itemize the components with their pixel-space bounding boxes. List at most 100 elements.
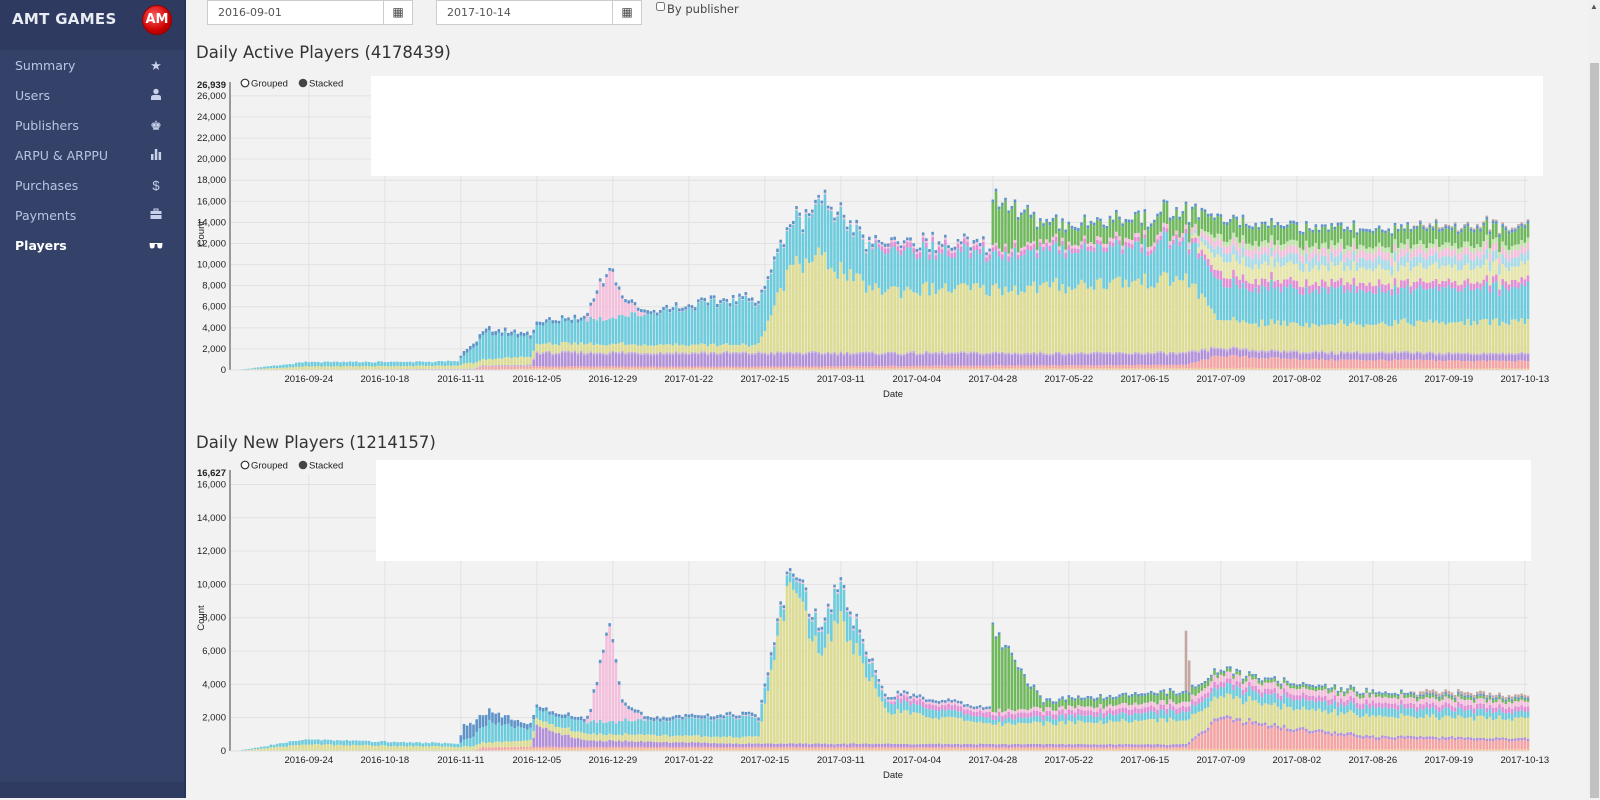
bar-segment-s7-magenta[interactable] — [1501, 279, 1504, 285]
bar-segment-s13-blue[interactable] — [833, 585, 836, 587]
bar-segment-s9-lightblue[interactable] — [1245, 256, 1248, 266]
bar-segment-s2-salmon[interactable] — [745, 747, 748, 749]
bar-segment-s10-pink[interactable] — [1102, 244, 1105, 248]
bar-segment-s5-olive[interactable] — [681, 345, 684, 353]
bar-segment-s6-cyan[interactable] — [770, 274, 773, 316]
bar-segment-s2-salmon[interactable] — [1049, 365, 1052, 368]
bar-segment-s6-cyan[interactable] — [494, 335, 497, 359]
bar-segment-s6-cyan[interactable] — [282, 365, 285, 368]
bar-segment-s2-salmon[interactable] — [878, 366, 881, 368]
bar-segment-s10-pink[interactable] — [909, 699, 912, 701]
bar-segment-s13-blue[interactable] — [640, 712, 643, 715]
bar-segment-s14-brown[interactable] — [1460, 228, 1463, 229]
bar-segment-s3-purple[interactable] — [960, 353, 963, 366]
bar-segment-s5-olive[interactable] — [574, 732, 577, 739]
bar-segment-s6-cyan[interactable] — [770, 656, 773, 669]
bar-segment-s2-salmon[interactable] — [1362, 360, 1365, 368]
bar-segment-s5-olive[interactable] — [982, 285, 985, 354]
bar-segment-s5-olive[interactable] — [824, 648, 827, 744]
bar-segment-s12-green[interactable] — [1210, 216, 1213, 234]
bar-segment-s3-purple[interactable] — [855, 354, 858, 366]
bar-segment-s7-magenta[interactable] — [1058, 250, 1061, 254]
bar-segment-s8-olive2[interactable] — [1273, 267, 1276, 281]
bar-segment-s6-cyan[interactable] — [912, 253, 915, 292]
bar-segment-s10-pink[interactable] — [836, 592, 839, 594]
bar-segment-s3-purple[interactable] — [1191, 352, 1194, 363]
bar-segment-s7-magenta[interactable] — [1134, 237, 1137, 242]
bar-segment-s13-blue[interactable] — [893, 237, 896, 240]
bar-segment-s5-olive[interactable] — [776, 292, 779, 351]
bar-segment-s10-pink[interactable] — [1007, 254, 1010, 257]
bar-segment-s4-lavender[interactable] — [1226, 350, 1229, 352]
bar-segment-s4-lavender[interactable] — [1349, 352, 1352, 354]
bar-segment-s3-purple[interactable] — [703, 353, 706, 366]
bar-segment-s13-blue[interactable] — [726, 299, 729, 302]
bar-segment-s2-salmon[interactable] — [605, 747, 608, 749]
bar-segment-s10-pink[interactable] — [824, 621, 827, 622]
bar-segment-s8-olive2[interactable] — [1254, 264, 1257, 279]
bar-segment-s13-blue[interactable] — [551, 320, 554, 323]
bar-segment-s7-magenta[interactable] — [1128, 243, 1131, 248]
bar-segment-s6-cyan[interactable] — [748, 715, 751, 736]
bar-segment-s2-salmon[interactable] — [1311, 359, 1314, 368]
bar-segment-s2-salmon[interactable] — [789, 747, 792, 749]
bar-segment-s12-green[interactable] — [1511, 232, 1514, 246]
bar-segment-s5-olive[interactable] — [282, 747, 285, 751]
bar-segment-s13-blue[interactable] — [735, 716, 738, 719]
bar-segment-s5-olive[interactable] — [567, 727, 570, 734]
bar-segment-s4-lavender[interactable] — [621, 351, 624, 353]
bar-segment-s5-olive[interactable] — [903, 291, 906, 354]
bar-segment-s3-purple[interactable] — [903, 744, 906, 747]
bar-segment-s3-purple[interactable] — [900, 356, 903, 367]
bar-segment-s6-cyan[interactable] — [1140, 252, 1143, 285]
bar-segment-s5-olive[interactable] — [536, 344, 539, 352]
bar-segment-s3-purple[interactable] — [551, 731, 554, 746]
bar-segment-s5-olive[interactable] — [320, 745, 323, 751]
bar-segment-s13-blue[interactable] — [1302, 232, 1305, 235]
bar-segment-s2-salmon[interactable] — [982, 366, 985, 369]
bar-segment-s13-blue[interactable] — [694, 715, 697, 718]
bar-segment-s4-lavender[interactable] — [1096, 351, 1099, 353]
bar-segment-s10-pink[interactable] — [849, 614, 852, 616]
bar-segment-s7-magenta[interactable] — [1463, 280, 1466, 288]
bar-segment-s3-purple[interactable] — [659, 742, 662, 747]
bar-segment-s2-salmon[interactable] — [542, 366, 545, 368]
bar-segment-s7-magenta[interactable] — [1508, 284, 1511, 290]
bar-segment-s13-blue[interactable] — [577, 319, 580, 322]
bar-segment-s5-olive[interactable] — [409, 746, 412, 751]
bar-segment-s6-cyan[interactable] — [903, 250, 906, 290]
bar-segment-s3-purple[interactable] — [700, 743, 703, 747]
bar-segment-s2-salmon[interactable] — [862, 366, 865, 368]
bar-segment-s2-salmon[interactable] — [919, 366, 922, 368]
bar-segment-s11-lightgreen[interactable] — [1321, 243, 1324, 248]
bar-segment-s10-pink[interactable] — [745, 715, 748, 716]
bar-segment-s4-lavender[interactable] — [900, 354, 903, 355]
bar-segment-s13-blue[interactable] — [1207, 214, 1210, 217]
bar-segment-s2-salmon[interactable] — [821, 747, 824, 749]
bar-segment-s4-lavender[interactable] — [1505, 354, 1508, 356]
bar-segment-s3-purple[interactable] — [722, 353, 725, 366]
bar-segment-s6-cyan[interactable] — [374, 742, 377, 746]
bar-segment-s5-olive[interactable] — [802, 602, 805, 744]
bar-segment-s13-blue[interactable] — [475, 342, 478, 346]
bar-segment-s13-blue[interactable] — [669, 717, 672, 720]
bar-segment-s10-pink[interactable] — [1346, 250, 1349, 257]
bar-segment-s11-lightgreen[interactable] — [1232, 233, 1235, 238]
bar-segment-s6-cyan[interactable] — [520, 727, 523, 741]
bar-segment-s8-olive2[interactable] — [1520, 261, 1523, 277]
bar-segment-s13-blue[interactable] — [729, 712, 732, 715]
bar-segment-s10-pink[interactable] — [1036, 250, 1039, 253]
bar-segment-s5-olive[interactable] — [317, 366, 320, 370]
bar-segment-s7-magenta[interactable] — [1318, 286, 1321, 294]
bar-segment-s2-salmon[interactable] — [925, 747, 928, 749]
bar-segment-s3-purple[interactable] — [1020, 355, 1023, 365]
bar-segment-s5-olive[interactable] — [333, 745, 336, 751]
bar-segment-s6-cyan[interactable] — [517, 726, 520, 741]
bar-segment-s2-salmon[interactable] — [1413, 360, 1416, 368]
bar-segment-s6-cyan[interactable] — [637, 719, 640, 734]
bar-segment-s10-pink[interactable] — [770, 273, 773, 274]
bar-segment-s3-purple[interactable] — [561, 352, 564, 366]
bar-segment-s7-magenta[interactable] — [1353, 278, 1356, 286]
bar-segment-s6-cyan[interactable] — [244, 369, 247, 370]
bar-segment-s11-lightgreen[interactable] — [1514, 245, 1517, 250]
